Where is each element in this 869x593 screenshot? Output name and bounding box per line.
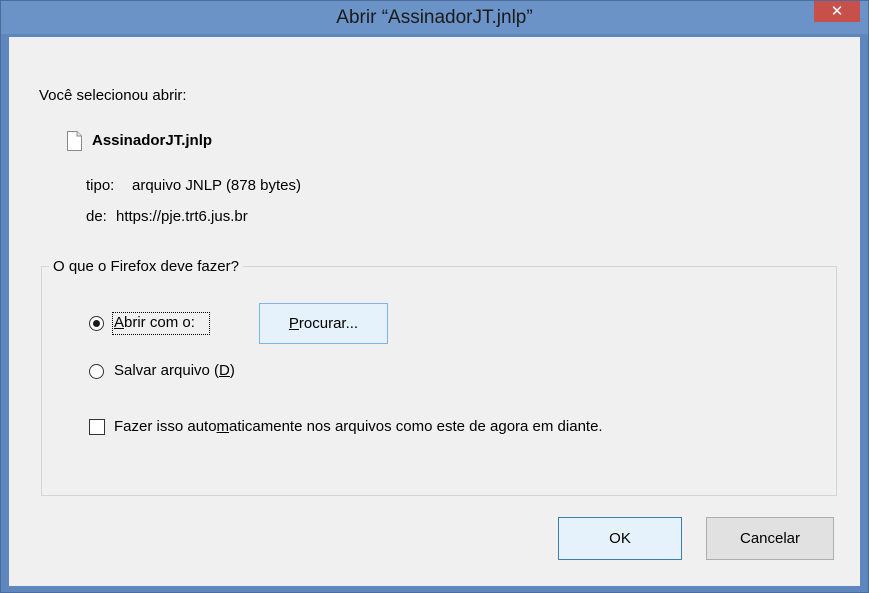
file-type-value: arquivo JNLP (878 bytes) [132, 177, 301, 194]
file-name: AssinadorJT.jnlp [92, 132, 213, 149]
auto-prefix: Fazer isso auto [114, 418, 217, 435]
document-icon [67, 131, 82, 151]
action-group-label: O que o Firefox deve fazer? [49, 258, 243, 275]
ok-button[interactable]: OK [558, 517, 682, 560]
browse-button[interactable]: Procurar... [259, 303, 388, 344]
open-with-label[interactable]: Abrir com o: [114, 314, 195, 331]
save-file-radio[interactable] [89, 364, 104, 379]
close-icon: ✕ [830, 3, 844, 20]
file-source-label: de: [86, 208, 107, 225]
dialog-title: Abrir “AssinadorJT.jnlp” [336, 7, 533, 28]
file-type-label: tipo: [86, 177, 115, 194]
save-file-label[interactable]: Salvar arquivo (D) [114, 362, 235, 379]
cancel-button[interactable]: Cancelar [706, 517, 834, 560]
save-file-prefix: Salvar arquivo ( [114, 362, 220, 379]
intro-text: Você selecionou abrir: [39, 87, 187, 104]
browse-rest: rocurar... [298, 315, 359, 332]
browse-mnemonic: P [288, 315, 299, 332]
save-file-mnemonic: D [219, 362, 230, 379]
action-groupbox [41, 266, 837, 496]
open-with-rest: brir com o: [124, 314, 195, 331]
auto-label[interactable]: Fazer isso automaticamente nos arquivos … [114, 418, 603, 435]
close-button[interactable]: ✕ [814, 1, 860, 22]
title-bar[interactable]: Abrir “AssinadorJT.jnlp” ✕ [1, 1, 868, 34]
save-file-suffix: ) [229, 362, 235, 379]
auto-suffix: aticamente nos arquivos como este de ago… [229, 418, 603, 435]
open-with-radio[interactable] [89, 316, 104, 331]
auto-mnemonic: m [216, 418, 230, 435]
dialog-window: Abrir “AssinadorJT.jnlp” ✕ Você selecion… [0, 0, 869, 593]
dialog-body: Você selecionou abrir: AssinadorJT.jnlp … [9, 37, 860, 586]
open-with-mnemonic: A [114, 314, 125, 331]
auto-checkbox[interactable] [89, 419, 105, 435]
file-source-value: https://pje.trt6.jus.br [116, 208, 248, 225]
